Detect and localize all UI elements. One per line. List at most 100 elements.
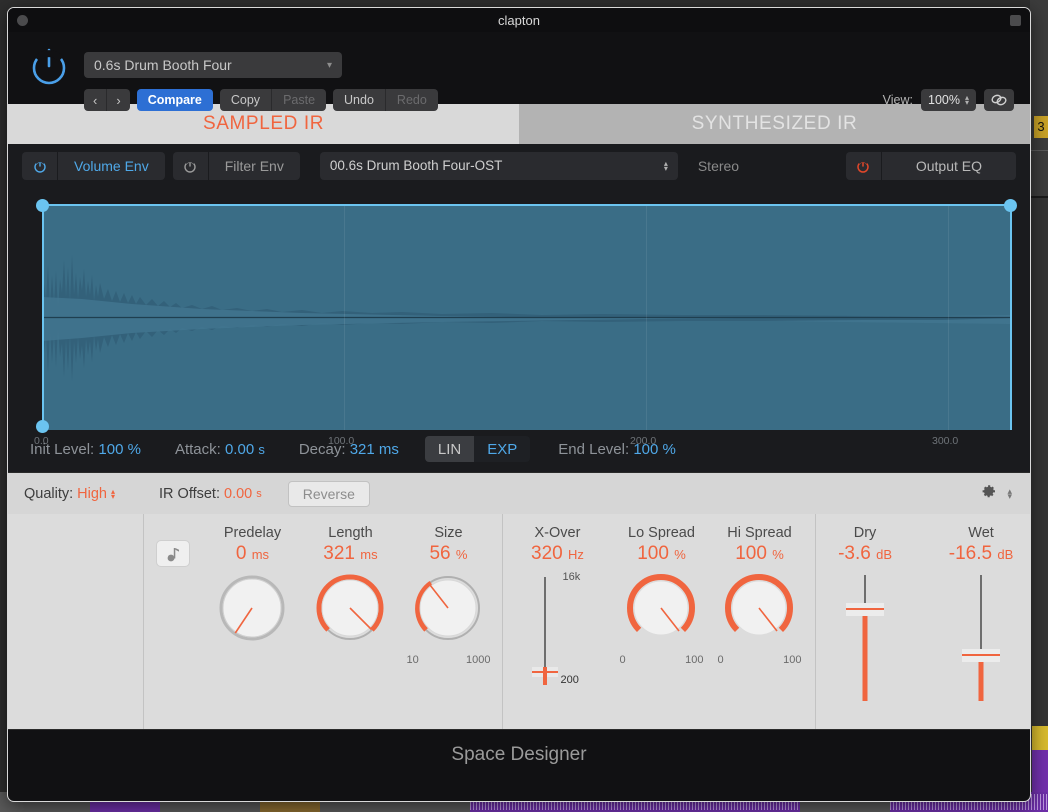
exp-button[interactable]: EXP (474, 436, 531, 462)
undo-redo-group: Undo Redo (333, 89, 438, 111)
lin-button[interactable]: LIN (424, 436, 475, 462)
predelay-label: Predelay (223, 525, 282, 541)
length-control: Length 321 ms (301, 525, 399, 729)
redo-button[interactable]: Redo (384, 89, 438, 111)
next-preset-button[interactable]: › (106, 89, 130, 111)
dry-fader[interactable] (830, 573, 900, 703)
hi-spread-range: 0 100 (717, 654, 801, 666)
hi-spread-knob[interactable] (722, 571, 796, 650)
settings-stepper-icon[interactable]: ▴ ▾ (1007, 486, 1012, 500)
envelope-parameters: Init Level: 100 % Attack: 0.00 s Decay: … (8, 436, 1030, 462)
init-level-param[interactable]: Init Level: 100 % (30, 441, 141, 458)
lo-spread-control: Lo Spread 100 % 0 100 (612, 525, 710, 729)
xover-top-label: 16k (562, 571, 581, 583)
music-note-icon[interactable] (156, 540, 191, 567)
link-icon[interactable] (984, 89, 1014, 111)
lo-spread-range: 0 100 (619, 654, 703, 666)
output-eq-power-icon[interactable] (846, 151, 882, 180)
dry-control: Dry -3.6 dB (816, 525, 914, 729)
xover-slider[interactable]: 16k 200 (522, 571, 592, 691)
length-label: Length (328, 525, 373, 541)
background-region-marker (1032, 726, 1048, 750)
ir-offset-value: 0.00 (224, 485, 253, 502)
impulse-response-display[interactable]: 0.0 100.0 200.0 300.0 Init Level: 100 % … (8, 187, 1030, 472)
prev-preset-button[interactable]: ‹ (84, 89, 107, 111)
copy-button[interactable]: Copy (219, 89, 272, 111)
wave-gridline-100 (344, 205, 345, 430)
length-value: 321 ms (323, 543, 378, 564)
output-eq-group: Output EQ (845, 151, 1016, 180)
hi-spread-label: Hi Spread (727, 525, 792, 541)
gear-icon[interactable] (980, 483, 997, 505)
dry-label: Dry (853, 525, 877, 541)
lo-spread-knob[interactable] (624, 571, 698, 650)
wet-value: -16.5 dB (948, 543, 1014, 564)
window-titlebar: clapton (8, 8, 1030, 32)
end-level-label: End Level: (558, 440, 630, 458)
length-knob[interactable] (313, 571, 387, 650)
curve-mode-toggle: LIN EXP (424, 436, 531, 462)
compare-button[interactable]: Compare (136, 89, 213, 111)
decay-value: 321 ms (349, 440, 399, 458)
volume-env-group: Volume Env (22, 151, 165, 180)
wet-label: Wet (968, 525, 994, 541)
lo-spread-range-max: 100 (685, 654, 704, 666)
quality-toolbar: Quality: High ▴ ▾ IR Offset: 0.00 s Rever… (8, 472, 1030, 514)
undo-button[interactable]: Undo (333, 89, 385, 111)
envelope-handle-init[interactable] (36, 199, 49, 212)
stepper-icon: ▴ ▾ (663, 158, 668, 173)
hi-spread-range-min: 0 (717, 654, 724, 666)
init-level-value: 100 % (98, 440, 141, 458)
end-level-param[interactable]: End Level: 100 % (558, 441, 676, 458)
window-title: clapton (498, 12, 540, 28)
attack-unit: s (258, 441, 265, 457)
lo-spread-value: 100 % (637, 543, 686, 564)
ir-offset-unit: s (256, 487, 262, 500)
lo-spread-label: Lo Spread (628, 525, 695, 541)
ir-file-select[interactable]: 00.6s Drum Booth Four-OST ▴ ▾ (319, 151, 678, 180)
size-label: Size (434, 525, 463, 541)
power-icon[interactable] (28, 45, 70, 87)
quality-selector[interactable]: Quality: High ▴ ▾ (24, 486, 115, 502)
paste-button[interactable]: Paste (271, 89, 327, 111)
envelope-handle-end[interactable] (1004, 199, 1017, 212)
filter-env-tab[interactable]: Filter Env (209, 152, 300, 180)
preset-name: 0.6s Drum Booth Four (94, 57, 232, 73)
decay-param[interactable]: Decay: 321 ms (299, 441, 399, 458)
view-zoom-stepper[interactable]: 100% ▴ ▾ (921, 89, 976, 111)
init-level-label: Init Level: (30, 440, 95, 458)
xover-value: 320 Hz (531, 543, 584, 564)
time-controls-section: Predelay 0 ms Length 321 ms Size 56 % 10… (143, 514, 501, 729)
predelay-control: Predelay 0 ms (203, 525, 301, 729)
ir-offset-field[interactable]: IR Offset: 0.00 s (159, 486, 262, 502)
copy-paste-group: Copy Paste (219, 89, 327, 111)
quality-value: High (77, 485, 107, 502)
hi-spread-range-max: 100 (783, 654, 802, 666)
plugin-window: clapton 0.6s Drum Booth Four ▾ ‹ › Compa… (7, 7, 1031, 802)
attack-value: 0.00 (224, 440, 255, 458)
quality-settings-group: ▴ ▾ (980, 483, 1012, 505)
plugin-toolbar: 0.6s Drum Booth Four ▾ ‹ › Compare Copy … (8, 32, 1030, 111)
volume-env-tab[interactable]: Volume Env (58, 152, 165, 180)
envelope-curve-top[interactable] (42, 204, 1012, 206)
window-collapse-button[interactable] (1010, 15, 1021, 26)
end-level-value: 100 % (633, 440, 676, 458)
wet-fader[interactable] (946, 573, 1016, 703)
predelay-knob[interactable] (215, 571, 289, 650)
window-close-button[interactable] (17, 15, 28, 26)
output-eq-button[interactable]: Output EQ (882, 152, 1016, 180)
predelay-value: 0 ms (235, 543, 270, 564)
size-knob[interactable] (411, 571, 485, 650)
decay-label: Decay: (298, 440, 346, 458)
preset-select[interactable]: 0.6s Drum Booth Four ▾ (84, 52, 342, 78)
impulse-response-waveform (42, 205, 1012, 430)
wet-control: Wet -16.5 dB (932, 525, 1030, 729)
volume-env-power-icon[interactable] (22, 151, 58, 180)
envelope-toolbar: Volume Env Filter Env 00.6s Drum Booth F… (8, 144, 1030, 187)
hi-spread-value: 100 % (735, 543, 784, 564)
mix-controls-section: Dry -3.6 dB Wet -16.5 dB (816, 514, 1030, 729)
envelope-handle-start[interactable] (36, 420, 49, 433)
attack-param[interactable]: Attack: 0.00 s (175, 441, 265, 458)
reverse-button[interactable]: Reverse (287, 480, 370, 507)
filter-env-power-icon[interactable] (173, 151, 209, 180)
